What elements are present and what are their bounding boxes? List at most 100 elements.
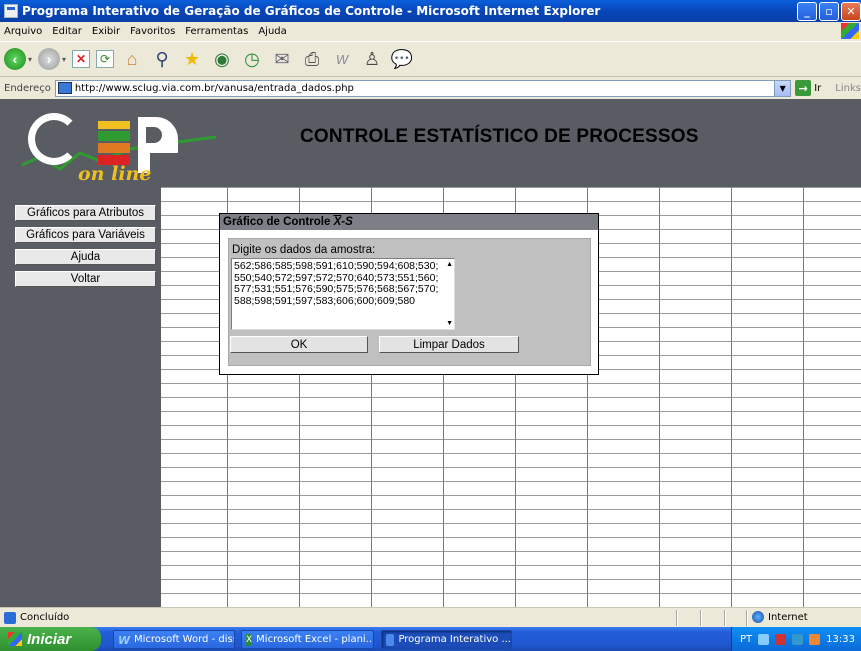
taskbar-item-word[interactable]: W Microsoft Word - diss... — [113, 630, 235, 649]
forward-button[interactable]: › — [38, 48, 61, 70]
favorites-button[interactable]: ★ — [180, 47, 204, 71]
address-dropdown-icon[interactable]: ▼ — [774, 80, 791, 96]
home-icon: ⌂ — [126, 48, 138, 69]
maximize-button[interactable]: ▫ — [819, 2, 839, 21]
minimize-icon: _ — [804, 5, 810, 18]
word-icon: W — [118, 633, 131, 647]
status-divider — [676, 610, 678, 626]
clock: 13:33 — [826, 633, 855, 645]
mail-button[interactable]: ✉ — [270, 47, 294, 71]
messenger-icon: ♙ — [363, 48, 381, 69]
sample-prompt: Digite os dados da amostra: — [232, 244, 376, 256]
history-button[interactable]: ◷ — [240, 47, 264, 71]
sidebar-item-voltar[interactable]: Voltar — [15, 271, 156, 287]
menu-arquivo[interactable]: Arquivo — [4, 26, 42, 37]
sample-data-textarea[interactable]: 562;586;585;598;591;610;590;594;608;530;… — [231, 258, 455, 330]
excel-icon: X — [246, 633, 253, 646]
scroll-up-icon[interactable]: ▲ — [446, 261, 453, 268]
back-dropdown-icon[interactable]: ▾ — [28, 55, 32, 64]
address-label: Endereço — [4, 82, 51, 94]
start-button[interactable]: Iniciar — [0, 627, 101, 651]
window-title-bar[interactable]: Programa Interativo de Geração de Gráfic… — [0, 0, 861, 22]
dialog-body: Digite os dados da amostra: 562;586;585;… — [228, 238, 591, 366]
sidebar-item-ajuda[interactable]: Ajuda — [15, 249, 156, 265]
go-button[interactable]: → Ir — [795, 80, 821, 96]
star-icon: ★ — [183, 48, 201, 69]
address-url: http://www.sclug.via.com.br/vanusa/entra… — [74, 82, 354, 94]
messenger-button[interactable]: ♙ — [360, 47, 384, 71]
close-icon: ✕ — [846, 5, 856, 18]
sample-data-text: 562;586;585;598;591;610;590;594;608;530;… — [234, 260, 439, 307]
dialog-title-xbar: X — [333, 216, 342, 228]
control-chart-dialog: Gráfico de Controle X-S Digite os dados … — [219, 213, 599, 375]
page-banner: on line CONTROLE ESTATÍSTICO DE PROCESSO… — [0, 99, 861, 187]
zone-label: Internet — [768, 611, 808, 623]
forward-dropdown-icon[interactable]: ▾ — [62, 55, 66, 64]
go-label: Ir — [814, 82, 822, 94]
stop-icon: ✕ — [76, 52, 87, 66]
status-text: Concluído — [20, 612, 70, 623]
print-button[interactable]: ⎙ — [300, 47, 324, 71]
menu-exibir[interactable]: Exibir — [92, 26, 120, 37]
menu-ferramentas[interactable]: Ferramentas — [185, 26, 248, 37]
stop-button[interactable]: ✕ — [72, 50, 91, 68]
taskbar: Iniciar W Microsoft Word - diss... X Mic… — [0, 627, 861, 651]
taskbar-item-word-label: Microsoft Word - diss... — [134, 634, 234, 645]
back-arrow-icon: ‹ — [12, 51, 18, 67]
home-button[interactable]: ⌂ — [120, 47, 144, 71]
tray-volume-icon[interactable] — [809, 633, 821, 645]
tray-antivirus-icon[interactable] — [775, 633, 787, 645]
taskbar-item-excel-label: Microsoft Excel - plani... — [256, 634, 374, 645]
taskbar-item-ie[interactable]: Programa Interativo ... — [381, 630, 512, 649]
sidebar-item-variaveis[interactable]: Gráficos para Variáveis — [15, 227, 156, 243]
dialog-title: Gráfico de Controle X-S — [220, 214, 598, 230]
go-arrow-icon: → — [795, 80, 812, 96]
forward-arrow-icon: › — [46, 51, 52, 67]
sidebar-item-atributos[interactable]: Gráficos para Atributos — [15, 205, 156, 221]
discuss-button[interactable]: 💬 — [390, 47, 414, 71]
discuss-icon: 💬 — [390, 48, 414, 69]
edit-button[interactable]: W — [330, 47, 354, 71]
address-input[interactable]: http://www.sclug.via.com.br/vanusa/entra… — [54, 79, 792, 97]
minimize-button[interactable]: _ — [797, 2, 817, 21]
refresh-button[interactable]: ⟳ — [96, 50, 115, 68]
language-indicator[interactable]: PT — [740, 634, 752, 645]
ok-button[interactable]: OK — [230, 336, 368, 353]
menu-bar: Arquivo Editar Exibir Favoritos Ferramen… — [0, 22, 861, 41]
textarea-scrollbar[interactable]: ▲ ▼ — [442, 259, 454, 329]
media-button[interactable]: ◉ — [210, 47, 234, 71]
maximize-icon: ▫ — [825, 5, 833, 18]
page-title: CONTROLE ESTATÍSTICO DE PROCESSOS — [300, 126, 699, 147]
history-icon: ◷ — [244, 48, 260, 69]
system-tray: PT 13:33 — [731, 627, 861, 651]
tray-network-icon[interactable] — [758, 633, 770, 645]
ie-window-icon — [4, 4, 18, 18]
word-edit-icon: W — [335, 51, 349, 67]
taskbar-item-excel[interactable]: X Microsoft Excel - plani... — [241, 630, 374, 649]
dialog-title-s: S — [345, 216, 353, 228]
links-label[interactable]: Links — [835, 83, 861, 94]
search-button[interactable]: ⚲ — [150, 47, 174, 71]
windows-logo-icon — [841, 23, 859, 39]
menu-editar[interactable]: Editar — [52, 26, 82, 37]
tray-messenger-icon[interactable] — [792, 633, 804, 645]
back-button[interactable]: ‹ — [4, 48, 26, 70]
internet-globe-icon — [752, 611, 764, 623]
clear-data-button[interactable]: Limpar Dados — [379, 336, 519, 353]
status-divider — [700, 610, 702, 626]
media-icon: ◉ — [214, 48, 230, 69]
menu-ajuda[interactable]: Ajuda — [258, 26, 286, 37]
dialog-title-prefix: Gráfico de Controle — [223, 216, 331, 228]
window-title: Programa Interativo de Geração de Gráfic… — [22, 4, 601, 18]
page-loaded-icon — [4, 611, 16, 624]
security-zone: Internet — [752, 611, 808, 623]
menu-favoritos[interactable]: Favoritos — [130, 26, 175, 37]
scroll-down-icon[interactable]: ▼ — [446, 320, 453, 327]
cep-online-logo: on line — [20, 105, 220, 187]
ie-icon — [386, 633, 395, 646]
close-button[interactable]: ✕ — [841, 2, 861, 21]
print-icon: ⎙ — [304, 48, 320, 69]
browser-toolbar: ‹ ▾ › ▾ ✕ ⟳ ⌂ ⚲ ★ ◉ ◷ ✉ ⎙ W ♙ 💬 — [0, 41, 861, 77]
window-controls: _ ▫ ✕ — [797, 2, 861, 21]
logo-script-text: on line — [78, 163, 152, 185]
